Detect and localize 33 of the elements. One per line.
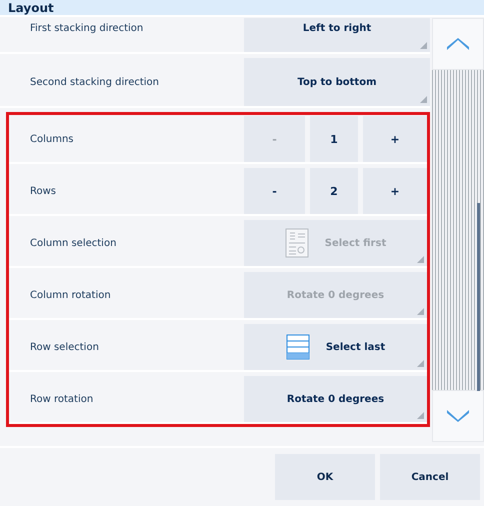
- chevron-down-icon: [447, 410, 469, 422]
- corner-icon: [417, 256, 424, 263]
- scroll-down-button[interactable]: [432, 390, 484, 442]
- rows-icon: [286, 334, 310, 360]
- scrollbar-thumb[interactable]: [477, 203, 480, 391]
- value-display: 2: [310, 168, 358, 214]
- chevron-up-icon: [447, 38, 469, 50]
- increment-button[interactable]: +: [363, 116, 427, 162]
- decrement-button[interactable]: -: [244, 168, 305, 214]
- dialog-button[interactable]: Cancel: [380, 454, 480, 500]
- dropdown[interactable]: Rotate 0 degrees: [244, 376, 427, 422]
- corner-icon: [417, 360, 424, 367]
- corner-icon: [417, 412, 424, 419]
- setting-label: Second stacking direction: [29, 76, 160, 90]
- scroll-up-button[interactable]: [432, 18, 484, 70]
- document-icon: [284, 228, 309, 258]
- dropdown[interactable]: Select last: [244, 324, 427, 370]
- value-display: 1: [310, 116, 358, 162]
- corner-icon: [420, 42, 427, 49]
- corner-icon: [420, 96, 427, 103]
- setting-label: Column selection: [29, 236, 118, 250]
- setting-label: Rows: [29, 184, 58, 198]
- setting-label: Row selection: [29, 340, 100, 354]
- corner-icon: [417, 308, 424, 315]
- dropdown[interactable]: Top to bottom: [244, 58, 430, 106]
- setting-label: First stacking direction: [29, 22, 144, 36]
- dropdown[interactable]: Left to right: [244, 18, 430, 52]
- window-title: Layout: [0, 0, 484, 17]
- increment-button[interactable]: +: [363, 168, 427, 214]
- setting-label: Column rotation: [29, 288, 112, 302]
- setting-label: Row rotation: [29, 392, 94, 406]
- setting-label: Columns: [29, 132, 75, 146]
- dialog-button[interactable]: OK: [275, 454, 375, 500]
